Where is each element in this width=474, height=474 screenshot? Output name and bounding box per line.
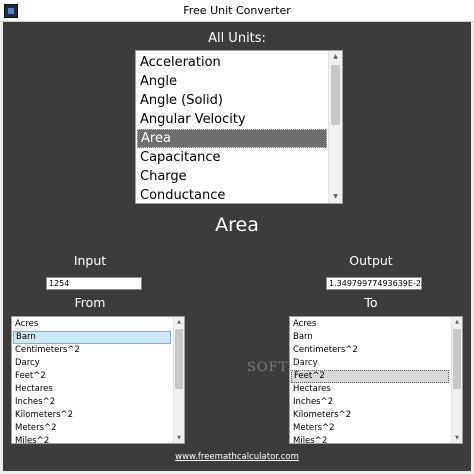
scrollbar-thumb[interactable] bbox=[331, 65, 340, 125]
input-field[interactable]: 1254 bbox=[46, 277, 142, 290]
list-item[interactable]: Capacitance bbox=[137, 148, 327, 167]
to-label: To bbox=[364, 295, 378, 310]
list-item[interactable]: Angle bbox=[137, 72, 327, 91]
scroll-down-arrow-icon[interactable]: ▼ bbox=[174, 433, 184, 443]
list-item[interactable]: Meters^2 bbox=[291, 422, 449, 435]
list-item[interactable]: Barn bbox=[291, 331, 449, 344]
output-label: Output bbox=[349, 253, 393, 268]
from-label: From bbox=[74, 295, 106, 310]
all-units-scrollbar[interactable]: ▲ ▼ bbox=[328, 51, 342, 203]
to-units-list[interactable]: Acres Barn Centimeters^2 Darcy Feet^2 He… bbox=[289, 316, 463, 444]
to-scrollbar[interactable]: ▲ ▼ bbox=[451, 317, 462, 443]
scroll-up-arrow-icon[interactable]: ▲ bbox=[452, 317, 462, 327]
list-item[interactable]: Angular Velocity bbox=[137, 110, 327, 129]
list-item[interactable]: Kilometers^2 bbox=[291, 409, 449, 422]
list-item[interactable]: Meters^2 bbox=[13, 422, 171, 435]
window-title: Free Unit Converter bbox=[183, 4, 291, 17]
list-item[interactable]: Hectares bbox=[291, 383, 449, 396]
list-item[interactable]: Kilometers^2 bbox=[13, 409, 171, 422]
category-title: Area bbox=[215, 214, 259, 236]
list-item[interactable]: Inches^2 bbox=[13, 396, 171, 409]
all-units-list[interactable]: Acceleration Angle Angle (Solid) Angular… bbox=[135, 50, 343, 204]
input-label: Input bbox=[73, 253, 107, 268]
list-item[interactable]: Angle (Solid) bbox=[137, 91, 327, 110]
list-item[interactable]: Inches^2 bbox=[291, 396, 449, 409]
list-item-selected[interactable]: Area bbox=[137, 129, 327, 148]
scroll-up-arrow-icon[interactable]: ▲ bbox=[329, 51, 342, 63]
list-item[interactable]: Hectares bbox=[13, 383, 171, 396]
list-item-selected[interactable]: Barn bbox=[13, 331, 171, 344]
from-scrollbar[interactable]: ▲ ▼ bbox=[173, 317, 184, 443]
list-item[interactable]: Acceleration bbox=[137, 53, 327, 72]
main-panel: All Units: Acceleration Angle Angle (Sol… bbox=[3, 22, 471, 471]
scrollbar-thumb[interactable] bbox=[453, 329, 461, 389]
all-units-heading: All Units: bbox=[208, 31, 266, 46]
scroll-down-arrow-icon[interactable]: ▼ bbox=[452, 433, 462, 443]
scrollbar-thumb[interactable] bbox=[175, 329, 183, 389]
list-item[interactable]: Darcy bbox=[13, 357, 171, 370]
website-link[interactable]: www.freemathcalculator.com bbox=[3, 452, 471, 462]
softpedia-watermark: SOFTPEDIA bbox=[247, 360, 337, 375]
list-item[interactable]: Feet^2 bbox=[13, 370, 171, 383]
scroll-down-arrow-icon[interactable]: ▼ bbox=[329, 191, 342, 203]
list-item[interactable]: Acres bbox=[291, 318, 449, 331]
output-field[interactable]: 1.34979977493639E-24 bbox=[326, 277, 422, 290]
list-item[interactable]: Charge bbox=[137, 167, 327, 186]
list-item[interactable]: Centimeters^2 bbox=[291, 344, 449, 357]
list-item[interactable]: Centimeters^2 bbox=[13, 344, 171, 357]
from-units-list[interactable]: Acres Barn Centimeters^2 Darcy Feet^2 He… bbox=[11, 316, 185, 444]
list-item[interactable]: Conductance bbox=[137, 186, 327, 203]
list-item[interactable]: Acres bbox=[13, 318, 171, 331]
title-bar: Free Unit Converter bbox=[0, 0, 474, 22]
list-item[interactable]: Miles^2 bbox=[291, 435, 449, 443]
list-item[interactable]: Miles^2 bbox=[13, 435, 171, 443]
scroll-up-arrow-icon[interactable]: ▲ bbox=[174, 317, 184, 327]
